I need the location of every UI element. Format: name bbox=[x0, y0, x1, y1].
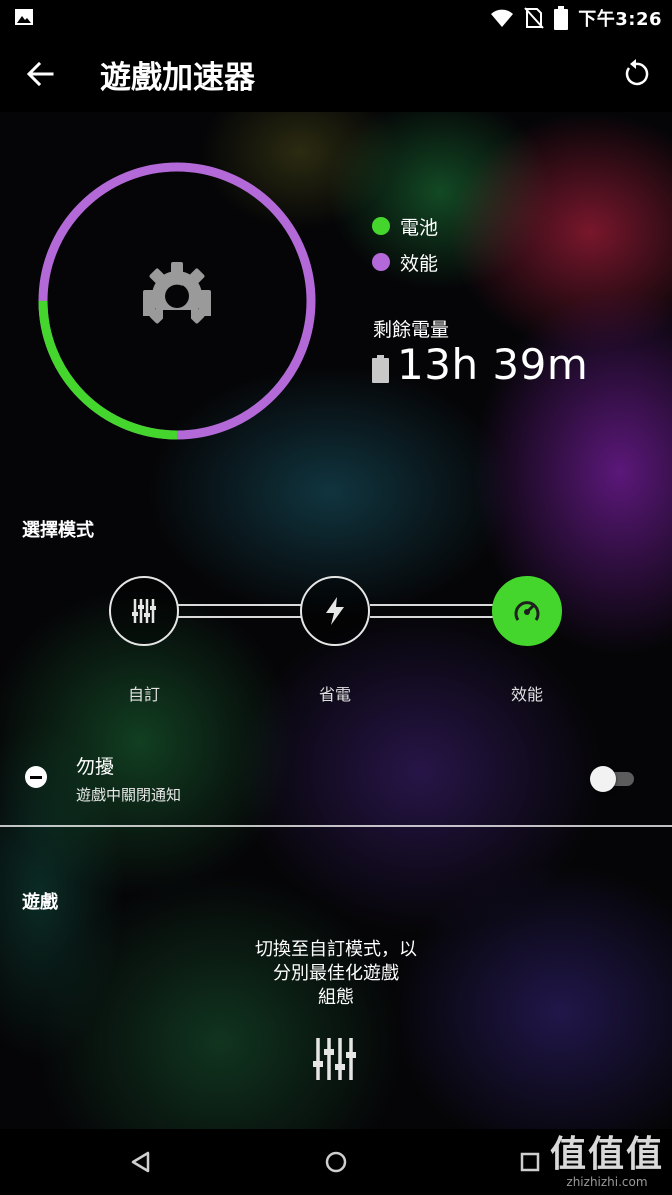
legend-item-performance: 效能 bbox=[372, 244, 438, 280]
nav-recents-icon[interactable] bbox=[515, 1147, 545, 1177]
no-sim-icon bbox=[524, 7, 544, 29]
watermark-url: zhizhizhi.com bbox=[566, 1175, 648, 1189]
mode-label-power-saving: 省電 bbox=[318, 685, 351, 704]
battery-status-icon bbox=[554, 6, 569, 30]
nav-home-icon[interactable] bbox=[321, 1147, 351, 1177]
mode-performance-button[interactable] bbox=[492, 576, 562, 646]
power-ring-chart bbox=[38, 162, 316, 440]
nav-back-icon[interactable] bbox=[126, 1147, 156, 1177]
wifi-icon bbox=[491, 9, 514, 27]
watermark-logo: 值值值 bbox=[549, 1134, 664, 1175]
legend-label: 效能 bbox=[400, 252, 439, 275]
divider bbox=[0, 825, 672, 827]
navigation-bar: 值值值 zhizhizhi.com bbox=[0, 1129, 672, 1195]
mode-section-title: 選擇模式 bbox=[22, 520, 94, 541]
battery-legend-dot bbox=[372, 217, 390, 235]
toggle-thumb bbox=[590, 766, 616, 792]
legend-label: 電池 bbox=[400, 216, 439, 239]
dnd-toggle[interactable] bbox=[590, 766, 634, 792]
refresh-icon[interactable] bbox=[620, 58, 652, 90]
dnd-subtitle: 遊戲中關閉通知 bbox=[76, 786, 182, 804]
dnd-title: 勿擾 bbox=[76, 756, 115, 778]
remaining-time: 13h 39m bbox=[372, 340, 588, 389]
status-bar: 下午3:26 bbox=[0, 0, 672, 36]
watermark: 值值值 zhizhizhi.com bbox=[549, 1134, 664, 1190]
mode-custom-button[interactable] bbox=[109, 576, 179, 646]
speedometer-icon bbox=[514, 601, 540, 621]
status-time: 下午3:26 bbox=[578, 9, 662, 30]
games-section-title: 遊戲 bbox=[22, 892, 58, 913]
main-content: 電池 效能 剩餘電量 13h 39m 選擇模式 自訂 省電 效能 勿擾 遊戲中關… bbox=[0, 112, 672, 1129]
page-title: 遊戲加速器 bbox=[100, 60, 255, 96]
mode-power-saving-button[interactable] bbox=[300, 576, 370, 646]
image-notification-icon bbox=[15, 9, 33, 25]
remaining-value: 13h 39m bbox=[397, 340, 589, 389]
performance-legend-dot bbox=[372, 253, 390, 271]
do-not-disturb-icon bbox=[25, 766, 47, 788]
mode-label-custom: 自訂 bbox=[127, 685, 160, 704]
legend-item-battery: 電池 bbox=[372, 208, 438, 244]
ring-legend: 電池 效能 bbox=[372, 208, 438, 280]
back-arrow-icon[interactable] bbox=[22, 56, 58, 92]
remaining-label: 剩餘電量 bbox=[373, 319, 450, 341]
games-empty-message: 切換至自訂模式，以 分別最佳化遊戲 組態 bbox=[255, 939, 417, 1008]
mode-label-performance: 效能 bbox=[510, 685, 543, 704]
battery-icon bbox=[372, 354, 389, 383]
app-bar: 遊戲加速器 bbox=[0, 36, 672, 112]
game-gear-icon bbox=[143, 262, 211, 334]
mode-connector bbox=[370, 604, 494, 618]
mode-connector bbox=[178, 604, 302, 618]
sliders-icon[interactable] bbox=[311, 1036, 357, 1082]
bolt-icon bbox=[326, 597, 344, 625]
sliders-icon bbox=[132, 599, 156, 623]
